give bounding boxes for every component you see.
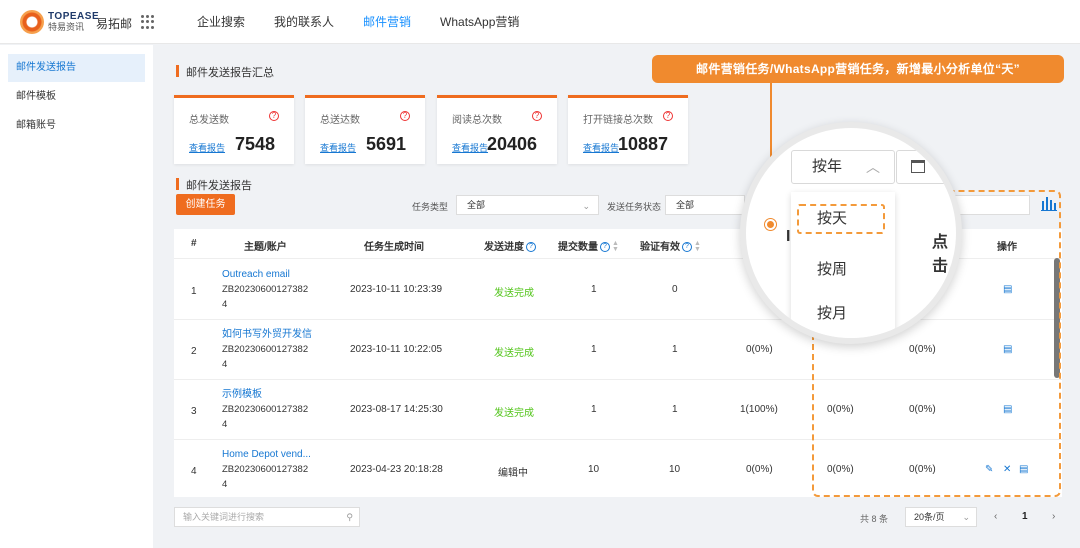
stat-card-total-reads: 阅读总次数 ? 查看报告 20406 — [437, 95, 557, 164]
nav-email-marketing[interactable]: 邮件营销 — [363, 0, 411, 44]
help-icon[interactable]: ? — [600, 242, 610, 253]
task-title-link[interactable]: Home Depot vend... — [222, 447, 317, 462]
search-icon[interactable]: ⚲ — [346, 508, 353, 526]
task-title-link[interactable]: 示例模板 — [222, 387, 317, 402]
task-title-link[interactable]: 如何书写外贸开发信 — [222, 327, 317, 342]
help-icon[interactable]: ? — [400, 111, 410, 121]
sort-icon[interactable]: ▲ ▼ — [694, 240, 701, 253]
task-title-link[interactable]: Outreach email — [222, 267, 317, 282]
feature-callout: 邮件营销任务/WhatsApp营销任务，新增最小分析单位“天” — [652, 55, 1064, 83]
topease-logo[interactable]: TOPEASE 特易资讯 — [20, 10, 99, 34]
report-title: 邮件发送报告 — [176, 177, 252, 193]
keyword-search-input[interactable]: 输入关键词进行搜索 ⚲ — [174, 507, 360, 527]
current-page[interactable]: 1 — [1022, 511, 1028, 522]
stat-value: 7548 — [235, 134, 276, 154]
granularity-select[interactable]: 按年 ︿ — [791, 150, 895, 184]
granularity-dropdown: 按天 按周 按月 — [791, 192, 895, 338]
view-report-link[interactable]: 查看报告 — [320, 141, 356, 154]
view-report-link[interactable]: 查看报告 — [452, 141, 488, 154]
help-icon[interactable]: ? — [682, 242, 692, 253]
col-progress: 发送进度? — [484, 238, 536, 253]
stat-value: 20406 — [487, 134, 538, 154]
view-report-link[interactable]: 查看报告 — [583, 141, 619, 154]
stat-label: 总发送数 — [189, 115, 229, 126]
app-grid-icon[interactable] — [141, 15, 155, 29]
logo-text-en: TOPEASE — [48, 11, 100, 22]
nav-whatsapp-marketing[interactable]: WhatsApp营销 — [440, 0, 519, 44]
chevron-down-icon: ⌄ — [582, 201, 590, 211]
col-verified[interactable]: 验证有效? ▲ ▼ — [640, 238, 701, 253]
help-icon[interactable]: ? — [663, 111, 673, 121]
send-status-select[interactable]: 全部 — [665, 195, 745, 215]
status-badge: 发送完成 — [494, 288, 534, 299]
summary-title: 邮件发送报告汇总 — [176, 64, 274, 80]
stat-card-total-sent: 总发送数 ? 查看报告 7548 — [174, 95, 294, 164]
stat-label: 阅读总次数 — [452, 115, 502, 126]
help-icon[interactable]: ? — [269, 111, 279, 121]
col-submitted[interactable]: 提交数量? ▲ ▼ — [558, 238, 619, 253]
total-count: 共 8 条 — [860, 514, 889, 524]
option-by-week[interactable]: 按周 — [791, 248, 895, 292]
view-report-link[interactable]: 查看报告 — [189, 141, 225, 154]
create-task-button[interactable]: 创建任务 — [176, 194, 235, 215]
task-type-label: 任务类型 — [412, 202, 449, 212]
col-index: # — [191, 238, 197, 249]
calendar-icon — [911, 160, 925, 173]
next-page-button[interactable]: › — [1052, 511, 1055, 522]
logo-text-cn: 特易资讯 — [48, 22, 85, 32]
status-badge: 发送完成 — [494, 408, 534, 419]
main-nav: 企业搜索 我的联系人 邮件营销 WhatsApp营销 — [197, 0, 548, 44]
date-picker[interactable] — [896, 150, 956, 184]
sort-icon[interactable]: ▲ ▼ — [612, 240, 619, 253]
logo-mark-icon — [20, 10, 44, 34]
col-created-time: 任务生成时间 — [364, 242, 424, 253]
callout-dot — [765, 219, 776, 230]
sidebar-item-mailbox-accounts[interactable]: 邮箱账号 — [8, 112, 145, 140]
stat-card-total-link-opens: 打开链接总次数 ? 查看报告 10887 — [568, 95, 688, 164]
col-subject: 主题/账户 — [244, 242, 287, 253]
status-badge: 发送完成 — [494, 348, 534, 359]
stat-value: 10887 — [618, 134, 669, 154]
nav-my-contacts[interactable]: 我的联系人 — [274, 0, 334, 44]
status-badge: 编辑中 — [498, 468, 528, 479]
app-name: 易拓邮 — [96, 17, 133, 31]
chevron-up-icon: ︿ — [866, 159, 880, 175]
stat-label: 总送达数 — [320, 115, 360, 126]
send-status-label: 发送任务状态 — [607, 202, 662, 212]
magnifier-zoom: I 点击 按年 ︿ 按天 按周 按月 — [740, 122, 962, 344]
stat-value: 5691 — [366, 134, 407, 154]
option-by-day[interactable]: 按天 — [797, 204, 885, 234]
sidebar-item-templates[interactable]: 邮件模板 — [8, 83, 145, 111]
prev-page-button[interactable]: ‹ — [994, 511, 997, 522]
stat-label: 打开链接总次数 — [583, 115, 653, 126]
help-icon[interactable]: ? — [526, 242, 536, 253]
sidebar: 邮件发送报告 邮件模板 邮箱账号 — [0, 45, 153, 548]
stat-card-total-delivered: 总送达数 ? 查看报告 5691 — [305, 95, 425, 164]
help-icon[interactable]: ? — [532, 111, 542, 121]
page-size-select[interactable]: 20条/页 ⌄ — [905, 507, 977, 527]
nav-company-search[interactable]: 企业搜索 — [197, 0, 245, 44]
task-type-select[interactable]: 全部 ⌄ — [456, 195, 599, 215]
sidebar-item-send-report[interactable]: 邮件发送报告 — [8, 54, 145, 82]
chevron-down-icon: ⌄ — [962, 512, 970, 522]
top-navigation-bar: TOPEASE 特易资讯 易拓邮 企业搜索 我的联系人 邮件营销 WhatsAp… — [0, 0, 1080, 44]
option-by-month[interactable]: 按月 — [791, 292, 895, 336]
